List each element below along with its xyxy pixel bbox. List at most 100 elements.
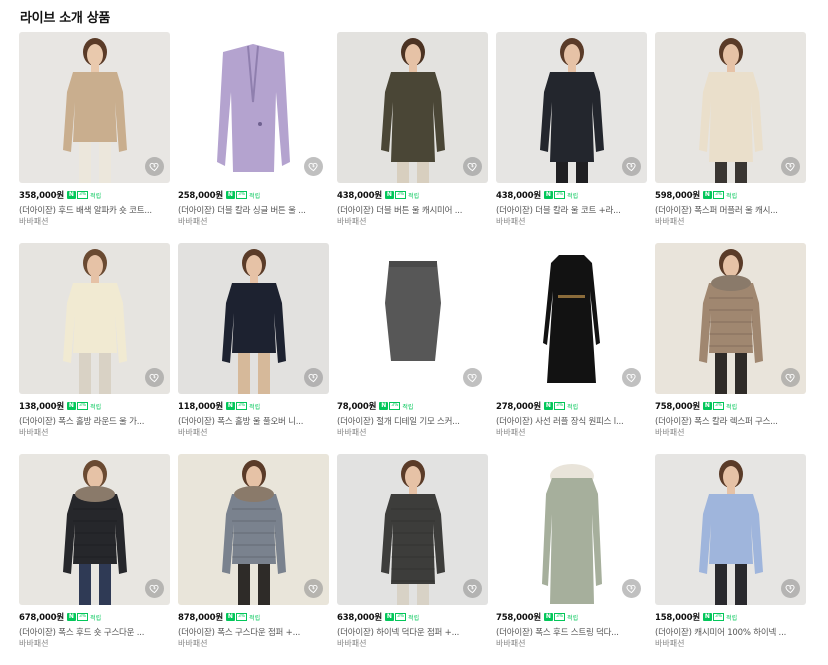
price-row: 158,000원 N 3% 적립 xyxy=(655,611,737,623)
product-name[interactable]: (더아이잗) 폭스 후드 스트링 덕다... xyxy=(496,626,647,638)
product-name[interactable]: (더아이잗) 절개 디테일 기모 스커... xyxy=(337,415,488,427)
npay-label: 적립 xyxy=(726,403,738,411)
product-image[interactable] xyxy=(496,454,647,605)
npay-badge: N 3% 적립 xyxy=(702,191,737,200)
product-card[interactable]: 358,000원 N 3% 적립 (더아이잗) 후드 배색 알파카 숏 코트..… xyxy=(19,32,170,243)
npay-percent: 3% xyxy=(394,191,407,199)
product-name[interactable]: (더아이잗) 후드 배색 알파카 숏 코트... xyxy=(19,204,170,216)
section-title: 라이브 소개 상품 xyxy=(20,11,111,26)
product-name[interactable]: (더아이잗) 더블 버튼 울 캐시미어 ... xyxy=(337,204,488,216)
product-card[interactable]: 78,000원 N 3% 적립 (더아이잗) 절개 디테일 기모 스커... 바… xyxy=(337,243,488,454)
seller-name[interactable]: 바바패션 xyxy=(655,216,684,227)
heart-icon[interactable] xyxy=(463,157,482,176)
product-image[interactable] xyxy=(19,32,170,183)
npay-badge: N 3% 적립 xyxy=(543,613,578,622)
product-image[interactable] xyxy=(178,243,329,394)
price-row: 258,000원 N 3% 적립 xyxy=(178,189,260,201)
seller-name[interactable]: 바바패션 xyxy=(19,427,48,438)
product-name[interactable]: (더아이잗) 폭스퍼 머플러 울 캐시... xyxy=(655,204,806,216)
product-image[interactable] xyxy=(178,32,329,183)
product-card[interactable]: 438,000원 N 3% 적립 (더아이잗) 더블 칼라 울 코트 +라...… xyxy=(496,32,647,243)
product-name[interactable]: (더아이잗) 폭스 홀방 울 풀오버 니... xyxy=(178,415,329,427)
product-name[interactable]: (더아이잗) 더블 칼라 울 코트 +라... xyxy=(496,204,647,216)
seller-name[interactable]: 바바패션 xyxy=(655,638,684,649)
product-image[interactable] xyxy=(337,454,488,605)
product-price: 358,000원 xyxy=(19,191,64,201)
product-image[interactable] xyxy=(19,243,170,394)
product-grid: 358,000원 N 3% 적립 (더아이잗) 후드 배색 알파카 숏 코트..… xyxy=(19,32,806,665)
product-name[interactable]: (더아이잗) 폭스 홀방 라운드 울 가... xyxy=(19,415,170,427)
npay-logo-icon: N xyxy=(702,613,712,621)
product-card[interactable]: 758,000원 N 3% 적립 (더아이잗) 폭스 칼라 렉스퍼 구스... … xyxy=(655,243,806,454)
seller-name[interactable]: 바바패션 xyxy=(496,638,525,649)
product-name[interactable]: (더아이잗) 폭스 구스다운 점퍼 +... xyxy=(178,626,329,638)
seller-name[interactable]: 바바패션 xyxy=(337,638,366,649)
product-name[interactable]: (더아이잗) 캐시미어 100% 하이넥 ... xyxy=(655,626,806,638)
heart-icon[interactable] xyxy=(145,157,164,176)
product-card[interactable]: 638,000원 N 3% 적립 (더아이잗) 하이넥 덕다운 점퍼 +... … xyxy=(337,454,488,665)
heart-icon[interactable] xyxy=(622,579,641,598)
product-image[interactable] xyxy=(496,32,647,183)
product-card[interactable]: 158,000원 N 3% 적립 (더아이잗) 캐시미어 100% 하이넥 ..… xyxy=(655,454,806,665)
product-price: 878,000원 xyxy=(178,613,223,623)
product-name[interactable]: (더아이잗) 더블 칼라 싱글 버튼 울 ... xyxy=(178,204,329,216)
product-name[interactable]: (더아이잗) 하이넥 덕다운 점퍼 +... xyxy=(337,626,488,638)
product-image[interactable] xyxy=(178,454,329,605)
product-name[interactable]: (더아이잗) 폭스 후드 숏 구스다운 ... xyxy=(19,626,170,638)
product-card[interactable]: 758,000원 N 3% 적립 (더아이잗) 폭스 후드 스트링 덕다... … xyxy=(496,454,647,665)
product-image[interactable] xyxy=(655,32,806,183)
product-card[interactable]: 138,000원 N 3% 적립 (더아이잗) 폭스 홀방 라운드 울 가...… xyxy=(19,243,170,454)
heart-icon[interactable] xyxy=(463,368,482,387)
product-image[interactable] xyxy=(655,243,806,394)
heart-icon[interactable] xyxy=(304,368,323,387)
product-name[interactable]: (더아이잗) 폭스 칼라 렉스퍼 구스... xyxy=(655,415,806,427)
seller-name[interactable]: 바바패션 xyxy=(19,638,48,649)
product-card[interactable]: 878,000원 N 3% 적립 (더아이잗) 폭스 구스다운 점퍼 +... … xyxy=(178,454,329,665)
seller-name[interactable]: 바바패션 xyxy=(496,427,525,438)
product-price: 438,000원 xyxy=(337,191,382,201)
npay-label: 적립 xyxy=(90,614,102,622)
product-card[interactable]: 118,000원 N 3% 적립 (더아이잗) 폭스 홀방 울 풀오버 니...… xyxy=(178,243,329,454)
heart-icon[interactable] xyxy=(622,368,641,387)
product-card[interactable]: 438,000원 N 3% 적립 (더아이잗) 더블 버튼 울 캐시미어 ...… xyxy=(337,32,488,243)
npay-logo-icon: N xyxy=(702,402,712,410)
product-image[interactable] xyxy=(337,32,488,183)
heart-icon[interactable] xyxy=(145,579,164,598)
product-image[interactable] xyxy=(655,454,806,605)
heart-icon[interactable] xyxy=(145,368,164,387)
npay-logo-icon: N xyxy=(225,191,235,199)
seller-name[interactable]: 바바패션 xyxy=(19,216,48,227)
npay-label: 적립 xyxy=(249,403,261,411)
product-price: 638,000원 xyxy=(337,613,382,623)
heart-icon[interactable] xyxy=(304,579,323,598)
npay-logo-icon: N xyxy=(225,402,235,410)
heart-icon[interactable] xyxy=(622,157,641,176)
product-price: 158,000원 xyxy=(655,613,700,623)
heart-icon[interactable] xyxy=(304,157,323,176)
product-price: 118,000원 xyxy=(178,402,223,412)
heart-icon[interactable] xyxy=(781,157,800,176)
seller-name[interactable]: 바바패션 xyxy=(655,427,684,438)
npay-percent: 3% xyxy=(553,191,566,199)
seller-name[interactable]: 바바패션 xyxy=(337,427,366,438)
product-card[interactable]: 258,000원 N 3% 적립 (더아이잗) 더블 칼라 싱글 버튼 울 ..… xyxy=(178,32,329,243)
product-image[interactable] xyxy=(337,243,488,394)
seller-name[interactable]: 바바패션 xyxy=(496,216,525,227)
heart-icon[interactable] xyxy=(463,579,482,598)
product-name[interactable]: (더아이잗) 사선 러플 장식 원피스 l... xyxy=(496,415,647,427)
npay-percent: 3% xyxy=(389,402,401,410)
heart-icon[interactable] xyxy=(781,368,800,387)
product-card[interactable]: 598,000원 N 3% 적립 (더아이잗) 폭스퍼 머플러 울 캐시... … xyxy=(655,32,806,243)
npay-logo-icon: N xyxy=(225,613,235,621)
price-row: 278,000원 N 3% 적립 xyxy=(496,400,578,412)
product-image[interactable] xyxy=(19,454,170,605)
seller-name[interactable]: 바바패션 xyxy=(178,216,207,227)
seller-name[interactable]: 바바패션 xyxy=(337,216,366,227)
heart-icon[interactable] xyxy=(781,579,800,598)
product-image[interactable] xyxy=(496,243,647,394)
seller-name[interactable]: 바바패션 xyxy=(178,427,207,438)
product-card[interactable]: 278,000원 N 3% 적립 (더아이잗) 사선 러플 장식 원피스 l..… xyxy=(496,243,647,454)
seller-name[interactable]: 바바패션 xyxy=(178,638,207,649)
npay-badge: N 3% 적립 xyxy=(225,402,261,411)
product-card[interactable]: 678,000원 N 3% 적립 (더아이잗) 폭스 후드 숏 구스다운 ...… xyxy=(19,454,170,665)
